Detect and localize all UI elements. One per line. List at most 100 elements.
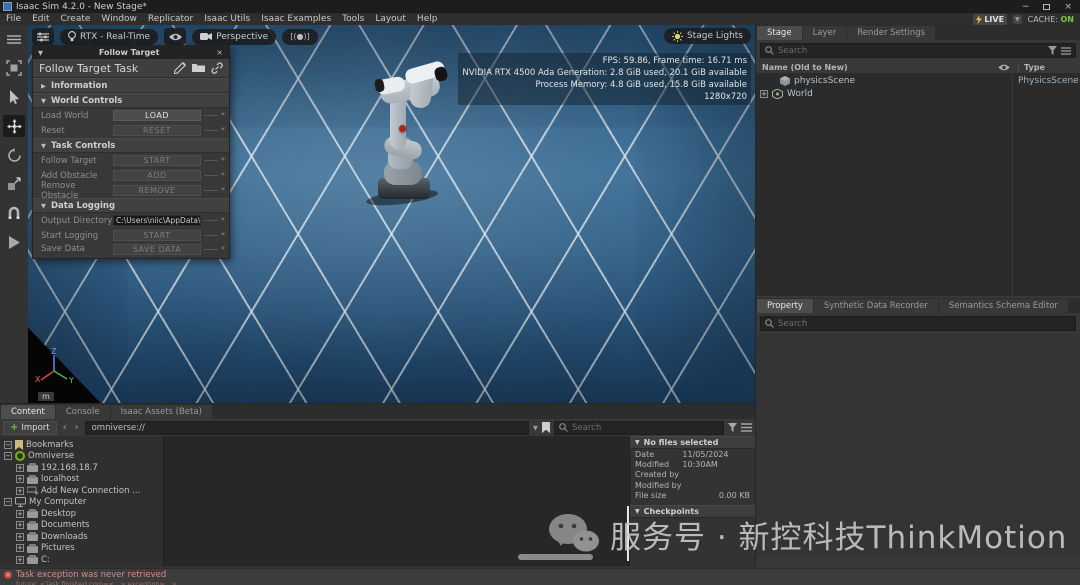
lightning-bolt-icon [976, 15, 982, 24]
prim-cube-icon [780, 76, 790, 86]
follow-target-panel-titlebar[interactable]: ▼ Follow Target × [33, 46, 229, 59]
checkpoints-header[interactable]: ▼ Checkpoints [630, 505, 755, 518]
select-box-icon[interactable] [3, 57, 25, 79]
scale-icon[interactable] [3, 173, 25, 195]
link-icon[interactable] [211, 62, 223, 74]
drive-icon [27, 521, 38, 530]
menu-isaac-examples[interactable]: Isaac Examples [261, 14, 331, 24]
tree-item-downloads[interactable]: + Downloads [0, 531, 163, 543]
save-data-button[interactable]: SAVE DATA [113, 244, 201, 255]
visibility-column-eye-icon[interactable] [998, 64, 1010, 71]
menu-create[interactable]: Create [61, 14, 91, 24]
filter-icon[interactable] [1048, 46, 1057, 55]
path-dropdown-caret[interactable]: ▼ [533, 424, 538, 432]
start-logging-button[interactable]: START [113, 230, 201, 241]
tab-property[interactable]: Property [757, 299, 813, 313]
tree-item-localhost[interactable]: + localhost [0, 474, 163, 486]
search-icon [765, 319, 774, 328]
stage-search-input[interactable]: Search [760, 43, 1076, 58]
open-folder-icon[interactable] [192, 62, 205, 73]
view-options-icon[interactable] [741, 423, 752, 432]
content-search-input[interactable]: Search [554, 421, 724, 435]
scrollbar-thumb[interactable] [627, 506, 629, 561]
name-column-header[interactable]: Name (Old to New) [756, 63, 998, 72]
tree-item-bookmarks[interactable]: − Bookmarks [0, 439, 163, 451]
output-directory-field[interactable]: C:\Users\niic\AppData\Lo [113, 215, 201, 226]
maximize-button[interactable] [1043, 4, 1050, 10]
minimize-button[interactable]: − [1022, 2, 1030, 12]
section-data-logging[interactable]: ▼ Data Logging [33, 198, 229, 213]
created-by-row: Created by [630, 469, 755, 480]
load-button[interactable]: LOAD [113, 110, 201, 121]
expand-world-icon[interactable]: + [760, 90, 768, 98]
menu-edit[interactable]: Edit [32, 14, 49, 24]
no-files-selected-header[interactable]: ▼ No files selected [630, 436, 755, 449]
error-message[interactable]: Task exception was never retrieved [16, 570, 166, 580]
render-mode-button[interactable]: RTX - Real-Time [60, 29, 158, 45]
tab-stage[interactable]: Stage [757, 26, 802, 40]
menu-help[interactable]: Help [417, 14, 438, 24]
start-follow-button[interactable]: START [113, 155, 201, 166]
viewport[interactable]: RTX - Real-Time Perspective [(●)] Stage … [28, 25, 755, 403]
remove-obstacle-button[interactable]: REMOVE [113, 185, 201, 196]
add-obstacle-button[interactable]: ADD [113, 170, 201, 181]
reset-button[interactable]: RESET [113, 125, 201, 136]
tree-item-desktop[interactable]: + Desktop [0, 508, 163, 520]
close-button[interactable]: × [1064, 2, 1072, 12]
back-button[interactable]: ‹ [61, 422, 69, 433]
menu-tools[interactable]: Tools [342, 14, 364, 24]
edit-icon[interactable] [174, 62, 186, 74]
menu-isaac-utils[interactable]: Isaac Utils [204, 14, 250, 24]
rotate-icon[interactable] [3, 144, 25, 166]
tree-item-server-1[interactable]: + 192.168.18.7 [0, 462, 163, 474]
bookmark-icon[interactable] [542, 422, 550, 433]
filter-icon[interactable] [728, 423, 737, 432]
section-world-controls[interactable]: ▼ World Controls [33, 93, 229, 108]
menu-window[interactable]: Window [101, 14, 137, 24]
live-button[interactable]: LIVE [973, 14, 1007, 25]
tab-render-settings[interactable]: Render Settings [847, 26, 935, 40]
tab-console[interactable]: Console [56, 405, 110, 419]
section-task-controls[interactable]: ▼ Task Controls [33, 138, 229, 153]
type-column-header[interactable]: Type [1018, 63, 1080, 72]
task-title: Follow Target Task [39, 62, 138, 75]
file-grid-area[interactable] [163, 436, 629, 566]
file-info-panel: ▼ No files selected Date Modified 11/05/… [629, 436, 755, 566]
import-button[interactable]: + Import [3, 421, 57, 435]
property-search-input[interactable]: Search [760, 316, 1076, 331]
move-icon[interactable] [3, 115, 25, 137]
menu-bar: File Edit Create Window Replicator Isaac… [0, 13, 1080, 25]
tab-isaac-assets[interactable]: Isaac Assets (Beta) [111, 405, 212, 419]
tab-content[interactable]: Content [1, 405, 55, 419]
tree-item-add-connection[interactable]: + Add New Connection ... [0, 485, 163, 497]
menu-file[interactable]: File [6, 14, 21, 24]
forward-button[interactable]: › [73, 422, 81, 433]
visibility-eye-icon[interactable] [164, 28, 186, 45]
cursor-icon[interactable] [3, 86, 25, 108]
snap-icon[interactable] [3, 202, 25, 224]
horizontal-scrollbar[interactable] [518, 554, 593, 560]
stage-lights-button[interactable]: Stage Lights [664, 28, 751, 44]
camera-selector-button[interactable]: Perspective [192, 29, 276, 45]
tree-item-my-computer[interactable]: − My Computer [0, 497, 163, 509]
section-information[interactable]: ▶ Information [33, 78, 229, 93]
panel-collapse-caret[interactable]: ▼ [33, 49, 48, 57]
tree-item-omniverse[interactable]: − Omniverse [0, 451, 163, 463]
breadcrumb[interactable]: omniverse:// [85, 421, 529, 435]
tree-item-pictures[interactable]: + Pictures [0, 543, 163, 555]
options-menu-icon[interactable] [1061, 47, 1071, 55]
menu-layout[interactable]: Layout [375, 14, 406, 24]
tab-semantics-schema-editor[interactable]: Semantics Schema Editor [939, 299, 1068, 313]
capture-button[interactable]: [(●)] [282, 29, 317, 45]
tree-item-documents[interactable]: + Documents [0, 520, 163, 532]
tree-item-c-drive[interactable]: + C: [0, 554, 163, 566]
property-empty-area [756, 334, 1080, 558]
menu-replicator[interactable]: Replicator [148, 14, 193, 24]
tab-layer[interactable]: Layer [803, 26, 847, 40]
panel-close-icon[interactable]: × [210, 48, 229, 57]
tab-synthetic-data-recorder[interactable]: Synthetic Data Recorder [814, 299, 938, 313]
viewport-settings-icon[interactable] [32, 28, 54, 45]
menu-icon[interactable] [3, 28, 25, 50]
live-dropdown[interactable]: ▼ [1013, 15, 1022, 24]
play-icon[interactable] [3, 231, 25, 253]
